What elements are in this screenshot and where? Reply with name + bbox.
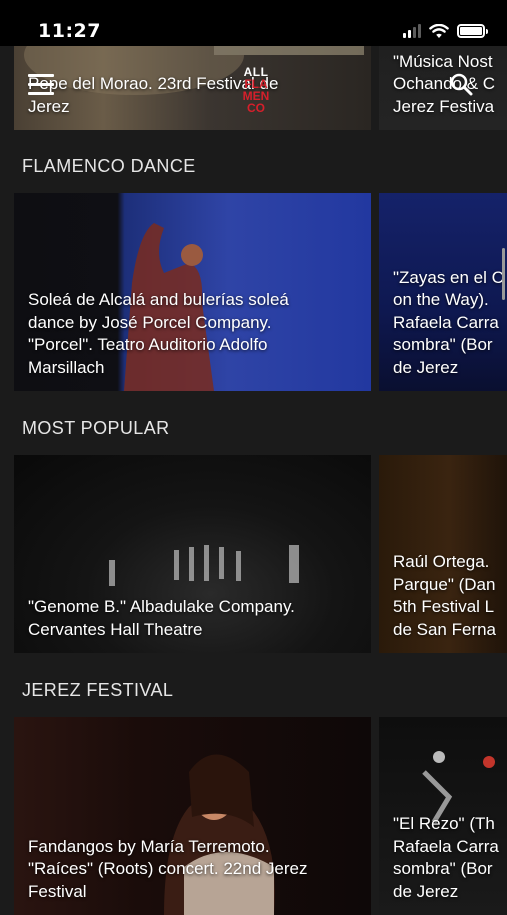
media-card[interactable]: "El Rezo" (Th Rafaela Carra sombra" (Bor… (379, 717, 507, 915)
status-time: 11:27 (38, 20, 101, 42)
section-title: FLAMENCO DANCE (22, 156, 196, 176)
app-logo[interactable]: ALL FLA MEN CO (236, 66, 276, 114)
status-bar: 11:27 (0, 0, 507, 46)
card-caption: Fandangos by María Terremoto. "Raíces" (… (28, 836, 308, 901)
card-caption: Soleá de Alcalá and bulerías soleá dance… (28, 290, 289, 377)
section-title: JEREZ FESTIVAL (22, 680, 174, 700)
cellular-signal-icon (403, 24, 421, 38)
media-card[interactable]: Raúl Ortega. Parque" (Dan 5th Festival L… (379, 455, 507, 653)
logo-line: CO (247, 101, 265, 115)
media-card[interactable]: Fandangos by María Terremoto. "Raíces" (… (14, 717, 371, 915)
card-caption: Raúl Ortega. Parque" (Dan 5th Festival L… (393, 552, 497, 639)
status-icons (403, 22, 488, 40)
card-caption: "Zayas en el C on the Way). Rafaela Carr… (393, 267, 504, 377)
scroll-indicator (502, 248, 505, 300)
search-icon[interactable] (449, 72, 473, 96)
card-caption: "Genome B." Albadulake Company. Cervante… (28, 597, 295, 639)
section-title: MOST POPULAR (22, 418, 170, 438)
card-caption: Pepe del Morao. 23rd Festival de Jerez (28, 74, 279, 116)
content-scroller[interactable]: Pepe del Morao. 23rd Festival de Jerez "… (0, 0, 507, 915)
media-card[interactable]: Soleá de Alcalá and bulerías soleá dance… (14, 193, 371, 391)
battery-icon (457, 24, 488, 38)
wifi-icon (429, 23, 449, 38)
media-card[interactable]: "Genome B." Albadulake Company. Cervante… (14, 455, 371, 653)
hamburger-menu-icon[interactable] (28, 74, 54, 96)
card-caption: "El Rezo" (Th Rafaela Carra sombra" (Bor… (393, 814, 499, 901)
media-card[interactable]: "Zayas en el C on the Way). Rafaela Carr… (379, 193, 507, 391)
